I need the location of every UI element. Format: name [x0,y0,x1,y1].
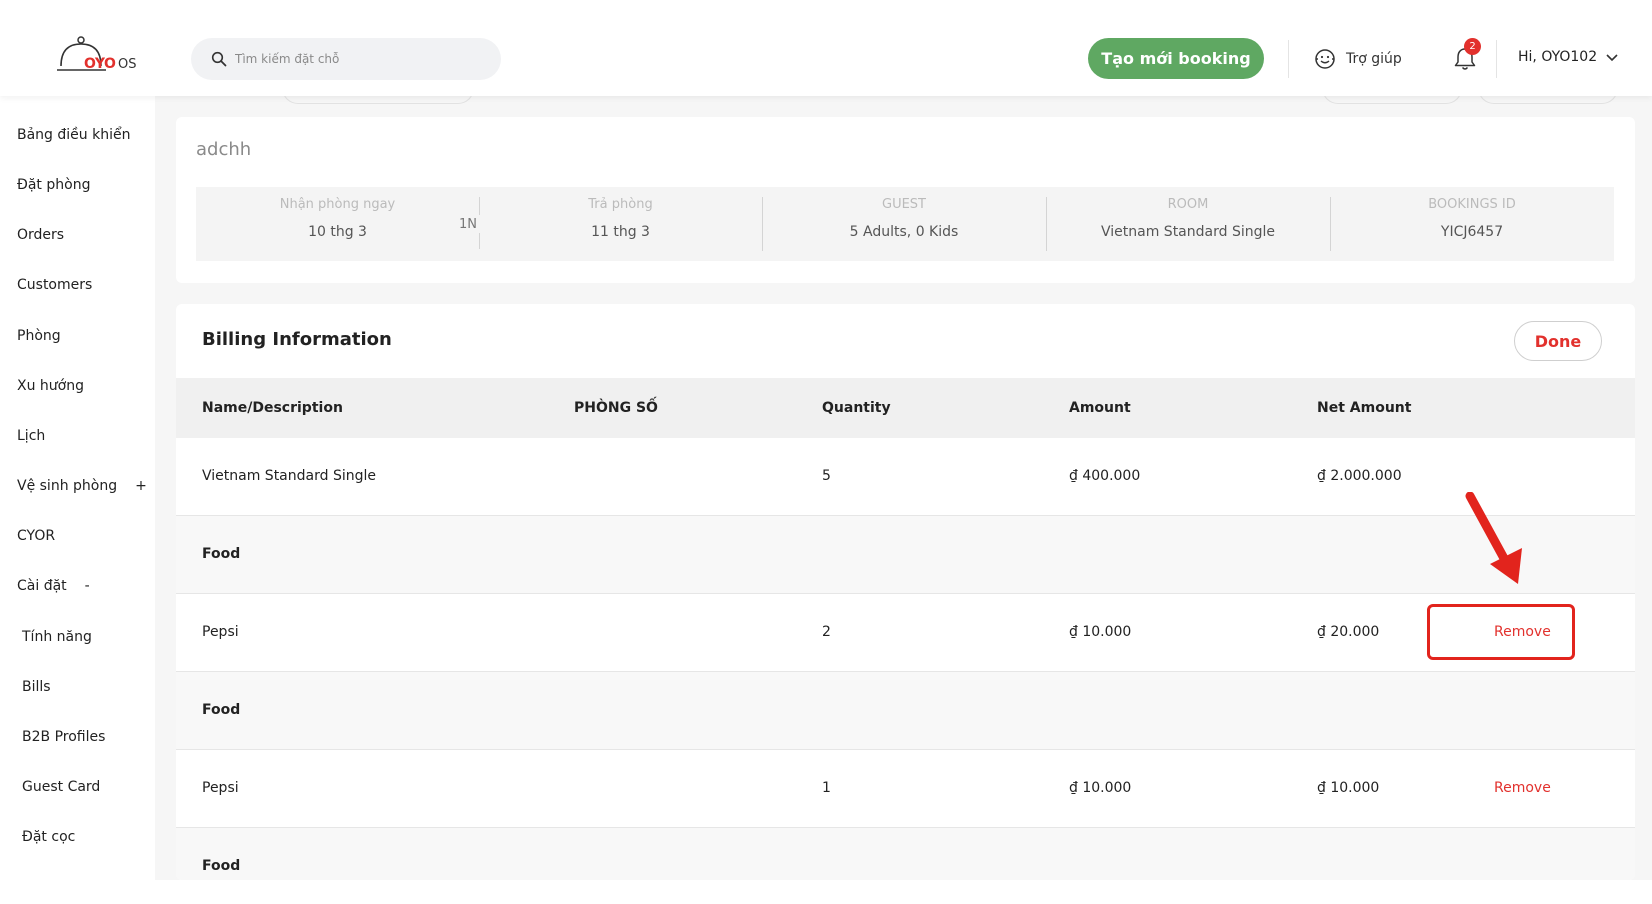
item-name: Pepsi [202,780,239,796]
table-row-category: Food [176,828,1635,880]
room-column: ROOM Vietnam Standard Single [1046,187,1330,261]
collapse-toggle[interactable]: - [85,578,90,594]
booking-id-value: YICJ6457 [1440,224,1504,240]
done-button[interactable]: Done [1514,321,1602,361]
table-row: Pepsi 2 ₫ 10.000 ₫ 20.000 Remove [176,594,1635,672]
checkin-column: Nhận phòng ngay 10 thg 3 [196,187,479,261]
help-button[interactable]: Trợ giúp [1314,48,1402,70]
column-header-amount: Amount [1069,400,1131,416]
item-amount: ₫ 10.000 [1069,624,1132,640]
search-input[interactable] [235,52,475,66]
sidebar: Bảng điều khiển Đặt phòng Orders Custome… [0,96,155,880]
item-net-amount: ₫ 10.000 [1317,780,1380,796]
table-row-category: Food [176,672,1635,750]
table-row: Vietnam Standard Single 5 ₫ 400.000 ₫ 2.… [176,438,1635,516]
user-greeting: Hi, OYO102 [1518,49,1598,65]
nights-count: 1N [459,217,477,232]
chevron-down-icon [1606,54,1618,62]
sidebar-item-cyor[interactable]: CYOR [17,528,55,544]
sidebar-item-dashboard[interactable]: Bảng điều khiển [17,127,130,143]
sidebar-item-settings[interactable]: Cài đặt - [17,578,90,594]
column-header-name: Name/Description [202,400,343,416]
sidebar-item-customers[interactable]: Customers [17,277,92,293]
booking-search[interactable] [191,38,501,80]
remove-button[interactable]: Remove [1494,624,1551,640]
item-quantity: 1 [822,780,831,796]
logo-os-text: OS [118,57,137,72]
column-header-quantity: Quantity [822,400,891,416]
notification-badge: 2 [1464,38,1481,55]
item-amount: ₫ 10.000 [1069,780,1132,796]
remove-button[interactable]: Remove [1494,780,1551,796]
sidebar-item-bookings[interactable]: Đặt phòng [17,177,90,193]
sidebar-item-housekeeping[interactable]: Vệ sinh phòng + [17,478,147,494]
guest-value: 5 Adults, 0 Kids [849,224,959,240]
search-icon [211,51,227,67]
checkout-label: Trả phòng [588,197,653,212]
sidebar-item-trends[interactable]: Xu hướng [17,378,84,394]
checkout-value: 11 thg 3 [591,224,650,240]
help-face-icon [1315,49,1335,69]
guest-name: adchh [196,139,252,160]
item-quantity: 5 [822,468,831,484]
create-booking-button[interactable]: Tạo mới booking [1088,38,1264,79]
item-net-amount: ₫ 20.000 [1317,624,1380,640]
item-amount: ₫ 400.000 [1069,468,1141,484]
checkin-value: 10 thg 3 [308,224,367,240]
table-row-category: Food [176,516,1635,594]
checkin-label: Nhận phòng ngay [279,197,396,212]
room-value: Vietnam Standard Single [1101,224,1275,240]
booking-id-column: BOOKINGS ID YICJ6457 [1330,187,1614,261]
guest-column: GUEST 5 Adults, 0 Kids [762,187,1046,261]
column-header-net-amount: Net Amount [1317,400,1412,416]
category-name: Food [202,702,241,718]
sidebar-item-guest-card[interactable]: Guest Card [22,779,100,795]
booking-id-label: BOOKINGS ID [1428,197,1516,212]
sidebar-item-features[interactable]: Tính năng [22,629,92,645]
room-label: ROOM [1167,197,1209,212]
red-arrow-annotation-icon [1465,492,1522,584]
category-name: Food [202,546,241,562]
sidebar-item-deposit[interactable]: Đặt cọc [22,829,75,845]
column-header-room: PHÒNG SỐ [574,400,658,416]
category-name: Food [202,858,241,874]
booking-info-strip: Nhận phòng ngay 10 thg 3 1N Trả phòng 11… [196,187,1614,261]
sidebar-item-calendar[interactable]: Lịch [17,428,45,444]
oyo-os-logo[interactable]: OYO OS [56,36,136,82]
sidebar-item-rooms[interactable]: Phòng [17,328,61,344]
sidebar-item-b2b-profiles[interactable]: B2B Profiles [22,729,105,745]
top-header: OYO OS Tạo mới booking Trợ giúp 2 Hi, OY… [0,0,1652,96]
guest-label: GUEST [882,197,926,212]
sidebar-item-orders[interactable]: Orders [17,227,64,243]
item-quantity: 2 [822,624,831,640]
header-divider [1288,40,1289,78]
user-menu[interactable]: Hi, OYO102 [1518,49,1619,65]
table-header: Name/Description PHÒNG SỐ Quantity Amoun… [176,378,1635,438]
table-row: Pepsi 1 ₫ 10.000 ₫ 10.000 Remove [176,750,1635,828]
item-name: Pepsi [202,624,239,640]
header-divider [1496,40,1497,78]
billing-title: Billing Information [202,329,392,350]
expand-toggle[interactable]: + [135,478,147,494]
checkout-column: Trả phòng 11 thg 3 [479,187,762,261]
sidebar-item-bills[interactable]: Bills [22,679,51,695]
booking-summary-card: adchh Nhận phòng ngay 10 thg 3 1N Trả ph… [176,117,1635,283]
help-label: Trợ giúp [1346,51,1402,67]
logo-text: OYO [84,56,116,72]
billing-card: Billing Information Done Name/Descriptio… [176,304,1635,880]
item-net-amount: ₫ 2.000.000 [1317,468,1402,484]
item-name: Vietnam Standard Single [202,468,376,484]
